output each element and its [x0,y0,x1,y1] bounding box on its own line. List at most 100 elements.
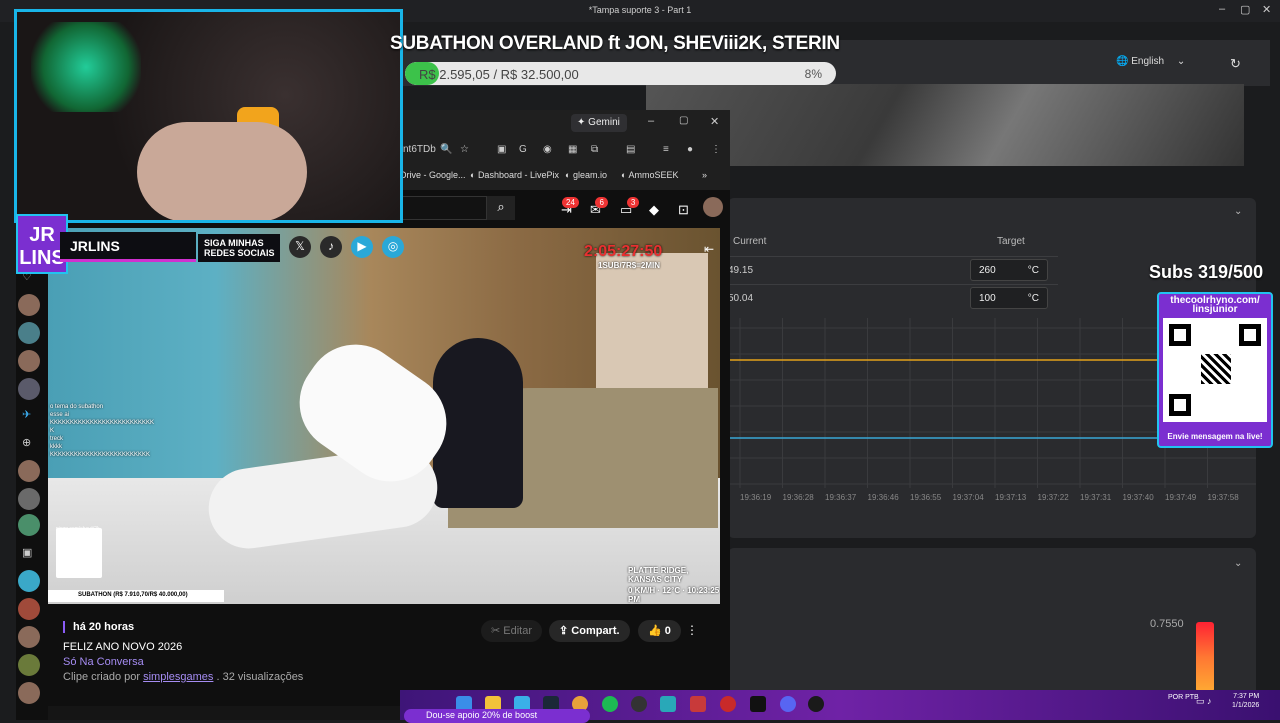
bookmark[interactable]: ◐ AmmoSEEK [621,170,678,180]
bird-icon[interactable]: ✈ [22,408,31,421]
youtube-icon[interactable]: ▶ [351,236,373,258]
bookmark[interactable]: ◐ Dashboard - LivePix [470,170,559,180]
inbox-icon[interactable]: ✉ 6 [590,197,608,218]
avatar[interactable] [18,598,40,620]
goal-amount: R$ 2.595,05 / R$ 32.500,00 [419,67,579,82]
target-input[interactable]: 100 °C [970,287,1048,309]
avatar[interactable] [18,294,40,316]
menu-icon[interactable]: ⋮ [711,144,721,155]
qr-code-small [56,528,102,578]
diamond-icon[interactable]: ◆ [649,202,659,218]
language-select[interactable]: 🌐 English ⌄ [1116,56,1185,67]
minimize-icon[interactable]: – [648,115,654,127]
avatar[interactable] [18,626,40,648]
video-player[interactable]: 2:05:27:50 1SUB/7R$=2MIN o tema do subat… [48,228,720,604]
instagram-icon[interactable]: ◎ [382,236,404,258]
avatar[interactable] [18,378,40,400]
puzzle-icon[interactable]: ⧉ [591,144,598,155]
avatar[interactable] [18,514,40,536]
maximize-icon[interactable]: ▢ [1240,3,1250,16]
subathon-progress: SUBATHON (R$ 7.910,70/R$ 40.000,00) [48,590,224,602]
app-icon[interactable] [720,696,736,712]
support-banner[interactable]: Dou-se apoio 20% de boost [404,709,590,723]
video-icon[interactable]: ▣ [22,546,32,559]
x-tick-label: 19:37:58 [1208,493,1240,502]
avatar[interactable] [18,682,40,704]
x-axis-ticks: 19:36:19 19:36:28 19:36:37 19:36:46 19:36:55… [740,493,1239,502]
spotify-icon[interactable] [602,696,618,712]
table-row: 49.15 260 °C [728,256,1058,282]
timer-rate: 1SUB/7R$=2MIN [598,261,661,270]
hex-lights [31,22,141,112]
google-icon[interactable]: G [519,144,527,155]
url-fragment[interactable]: nt6TDb [403,144,436,155]
more-options-icon[interactable]: ⋮ [686,623,698,637]
collapse-icon[interactable]: ⌄ [1234,558,1242,569]
subathon-title: SUBATHON OVERLAND ft JON, SHEViii2K, STE… [390,33,840,54]
exit-icon[interactable]: ⇤ [704,242,714,256]
x-tick-label: 19:37:40 [1123,493,1155,502]
like-button[interactable]: 👍 0 [638,620,681,642]
add-user-icon[interactable]: ⊕ [22,436,31,449]
more-bookmarks-icon[interactable]: » [702,170,707,180]
x-tick-label: 19:37:04 [953,493,985,502]
sidepanel-icon[interactable]: ▤ [626,144,635,155]
star-icon[interactable]: ☆ [460,144,469,155]
app-icon[interactable] [690,696,706,712]
xbox-icon[interactable] [808,696,824,712]
input-language[interactable]: POR PTB [1168,694,1199,701]
avatar[interactable] [18,654,40,676]
avatar[interactable] [18,488,40,510]
close-icon[interactable]: ✕ [710,115,719,128]
x-icon[interactable]: 𝕏 [289,236,311,258]
clock[interactable]: 7:37 PM 1/1/2026 [1232,692,1259,710]
share-button[interactable]: ⇪ Compart. [549,620,630,642]
profile-icon[interactable]: ● [687,144,693,155]
x-tick-label: 19:37:13 [995,493,1027,502]
app-icon[interactable] [660,696,676,712]
tray-icons[interactable]: ▭ ♪ [1196,696,1212,707]
camera-icon[interactable]: ⊡ [678,202,689,218]
maximize-icon[interactable]: ▢ [679,115,688,126]
discord-icon[interactable] [780,696,796,712]
zoom-icon[interactable]: 🔍 [440,144,452,155]
create-icon[interactable]: ⇥ 24 [561,197,579,218]
qr-url: thecoolrhyno.com/ linsjunior [1170,295,1260,315]
avatar[interactable] [703,197,723,217]
avatar[interactable] [18,460,40,482]
chat-icon[interactable]: ▭ 3 [620,197,640,218]
extension-icon[interactable]: ▣ [497,144,506,155]
x-tick-label: 19:37:49 [1165,493,1197,502]
collapse-icon[interactable]: ⌄ [1234,206,1242,217]
search-input[interactable] [400,196,487,220]
tiktok-icon[interactable]: ♪ [320,236,342,258]
goal-progress-bar: R$ 2.595,05 / R$ 32.500,00 8% [405,62,836,85]
avatar[interactable] [18,350,40,372]
target-input[interactable]: 260 °C [970,259,1048,281]
author-link[interactable]: simplesgames [143,671,213,683]
language-label: English [1131,56,1165,67]
table-row: 50.04 100 °C [728,284,1058,310]
clip-author: Clipe criado por simplesgames . 32 visua… [63,671,304,683]
edit-button[interactable]: ✂ Editar [481,620,543,642]
extension-icon[interactable]: ▦ [568,144,577,155]
close-icon[interactable]: ✕ [1262,3,1271,16]
current-value: 49.15 [728,265,754,276]
terminal-icon[interactable] [750,696,766,712]
avatar[interactable] [18,322,40,344]
obs-icon[interactable] [631,696,647,712]
minimize-icon[interactable]: – [1219,3,1225,15]
clip-title: FELIZ ANO NOVO 2026 [63,641,183,653]
extension-icon[interactable]: ≡ [663,144,669,155]
avatar[interactable] [18,570,40,592]
bookmark[interactable]: Drive - Google... [400,170,466,180]
x-tick-label: 19:36:19 [740,493,772,502]
gemini-button[interactable]: ✦ Gemini [571,114,627,132]
search-icon[interactable]: ⌕ [487,196,515,220]
x-tick-label: 19:36:37 [825,493,857,502]
bookmark[interactable]: ◐ gleam.io [565,170,607,180]
channel-link[interactable]: Só Na Conversa [63,656,144,668]
refresh-icon[interactable]: ↻ [1230,56,1241,72]
extension-icon[interactable]: ◉ [543,144,552,155]
clip-time: há 20 horas [63,621,134,633]
